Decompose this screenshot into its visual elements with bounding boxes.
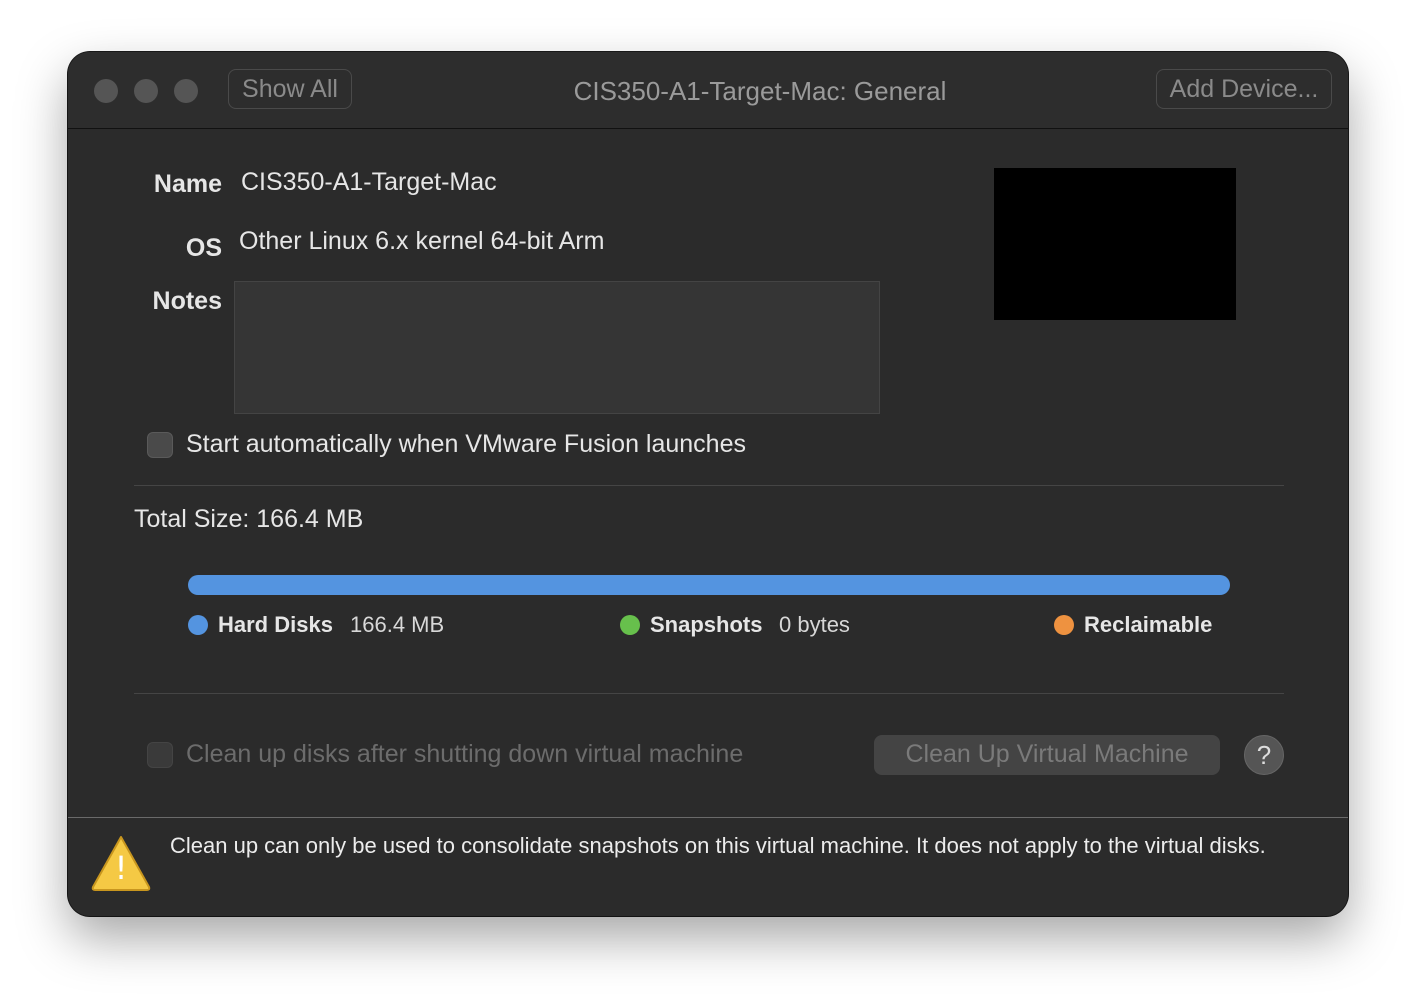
clean-up-vm-button[interactable]: Clean Up Virtual Machine	[874, 735, 1220, 775]
help-button[interactable]: ?	[1244, 735, 1284, 775]
hard-disks-label: Hard Disks	[218, 612, 333, 637]
total-size: Total Size: 166.4 MB	[134, 505, 364, 533]
add-device-button[interactable]: Add Device...	[1156, 69, 1332, 109]
os-value: Other Linux 6.x kernel 64-bit Arm	[239, 227, 605, 255]
notes-label: Notes	[152, 287, 222, 315]
notes-textarea[interactable]	[234, 281, 880, 414]
divider	[134, 485, 1284, 486]
name-value[interactable]: CIS350-A1-Target-Mac	[241, 168, 497, 197]
reclaimable-dot-icon	[1054, 615, 1074, 635]
name-label: Name	[153, 170, 222, 198]
warning-icon: !	[91, 836, 151, 891]
title-bar: Show All CIS350-A1-Target-Mac: General A…	[68, 52, 1348, 129]
autostart-checkbox[interactable]	[147, 432, 173, 458]
autostart-label[interactable]: Start automatically when VMware Fusion l…	[186, 430, 746, 459]
divider	[134, 693, 1284, 694]
storage-usage-bar	[188, 575, 1230, 595]
snapshots-value: 0 bytes	[779, 612, 850, 637]
os-label: OS	[185, 234, 222, 262]
cleanup-disks-checkbox[interactable]	[147, 742, 173, 768]
warning-text: Clean up can only be used to consolidate…	[170, 833, 1266, 858]
warning-footer: ! Clean up can only be used to consolida…	[68, 817, 1348, 916]
cleanup-disks-label[interactable]: Clean up disks after shutting down virtu…	[186, 740, 743, 769]
snapshots-label: Snapshots	[650, 612, 763, 637]
settings-window: Show All CIS350-A1-Target-Mac: General A…	[68, 52, 1348, 916]
warning-icon-glyph: !	[115, 849, 128, 887]
snapshots-dot-icon	[620, 615, 640, 635]
hard-disks-dot-icon	[188, 615, 208, 635]
hard-disks-value: 166.4 MB	[350, 612, 445, 637]
vm-preview-thumbnail	[994, 168, 1236, 320]
reclaimable-label: Reclaimable	[1084, 612, 1213, 637]
